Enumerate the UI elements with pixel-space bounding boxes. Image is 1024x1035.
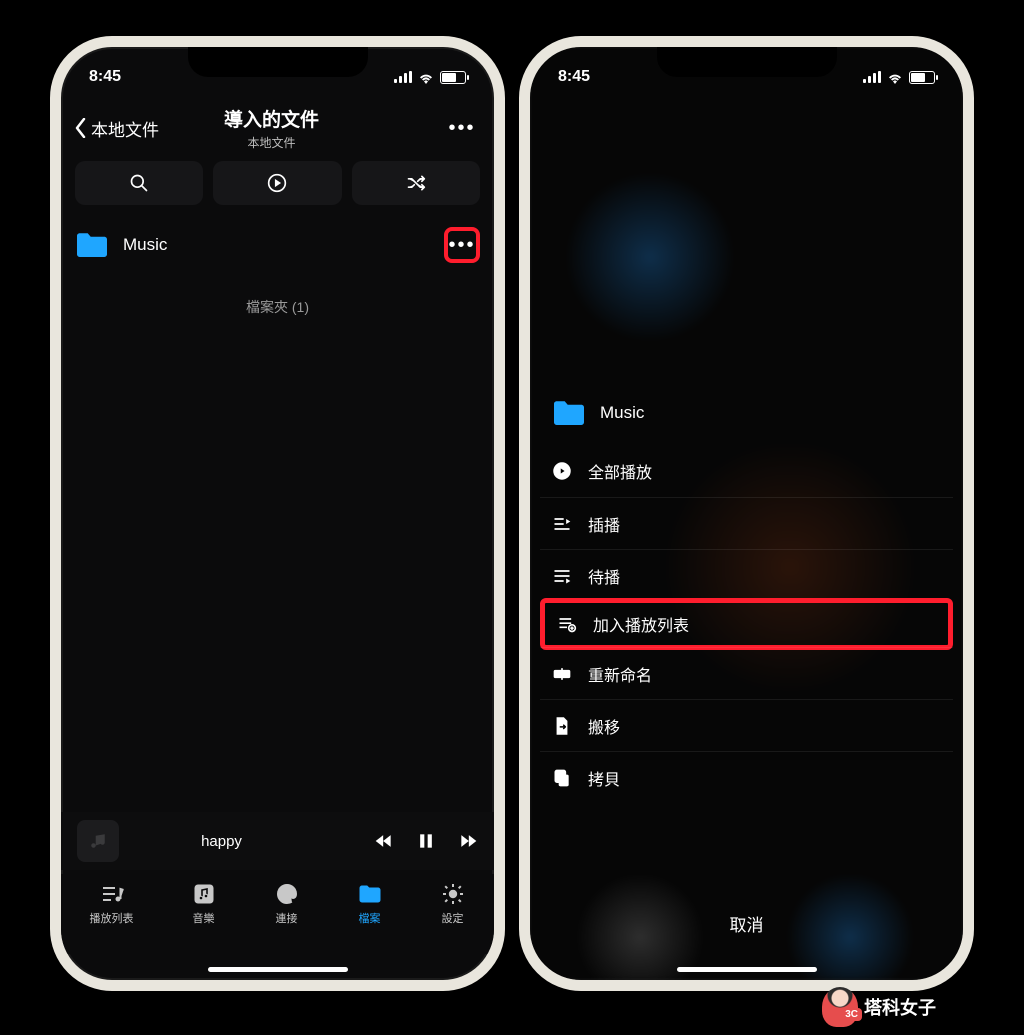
battery-icon: [440, 71, 466, 84]
menu-rename[interactable]: 重新命名: [540, 647, 953, 699]
move-icon: [552, 716, 572, 736]
folder-label: Music: [123, 235, 430, 255]
tab-files[interactable]: 檔案: [357, 882, 383, 926]
tab-label: 設定: [442, 910, 464, 926]
search-icon: [129, 173, 149, 193]
wifi-icon: [887, 71, 903, 83]
tab-label: 播放列表: [90, 910, 134, 926]
prev-icon[interactable]: [374, 831, 394, 851]
play-circle-icon: [552, 461, 572, 481]
add-playlist-icon: [557, 614, 577, 634]
pause-icon[interactable]: [416, 831, 436, 851]
menu-label: 插播: [588, 512, 620, 536]
menu-label: 重新命名: [588, 662, 652, 686]
wifi-icon: [418, 71, 434, 83]
next-icon[interactable]: [458, 831, 478, 851]
tab-playlist[interactable]: 播放列表: [90, 882, 134, 926]
nav-more-button[interactable]: •••: [444, 117, 480, 140]
play-icon: [267, 173, 287, 193]
menu-insert-play[interactable]: 插播: [540, 497, 953, 549]
cancel-button[interactable]: 取消: [530, 897, 963, 950]
queue-icon: [552, 566, 572, 586]
more-icon: •••: [448, 234, 475, 257]
menu-label: 拷貝: [588, 766, 620, 790]
play-button[interactable]: [213, 161, 341, 205]
sheet-folder-label: Music: [600, 403, 644, 423]
action-sheet: Music 全部播放 插播 待播 加入播放列表: [530, 395, 963, 980]
phone-right: 8:45 Music 全部播放: [519, 36, 974, 991]
menu-label: 全部播放: [588, 459, 652, 483]
menu-play-all[interactable]: 全部播放: [540, 445, 953, 497]
signal-icon: [394, 71, 412, 83]
copy-icon: [552, 768, 572, 788]
nav-title: 導入的文件 本地文件: [99, 105, 444, 151]
signal-icon: [863, 71, 881, 83]
tab-settings[interactable]: 設定: [440, 882, 466, 926]
menu-label: 加入播放列表: [593, 612, 689, 636]
section-caption: 檔案夾 (1): [61, 297, 494, 317]
at-icon: [274, 882, 300, 906]
phone-left: 8:45 本地文件 導入的文件 本地文件 •••: [50, 36, 505, 991]
nav-bar: 本地文件 導入的文件 本地文件 •••: [61, 99, 494, 157]
playback-controls: [374, 831, 478, 851]
tab-label: 連接: [276, 910, 298, 926]
search-button[interactable]: [75, 161, 203, 205]
page-subtitle: 本地文件: [99, 134, 444, 151]
now-playing-bar[interactable]: happy: [61, 812, 494, 870]
shuffle-icon: [406, 173, 426, 193]
row-more-button[interactable]: •••: [444, 227, 480, 263]
notch: [188, 47, 368, 77]
watermark-text: 塔科女子: [864, 994, 936, 1020]
menu-label: 搬移: [588, 714, 620, 738]
tab-connect[interactable]: 連接: [274, 882, 300, 926]
sheet-header: Music: [540, 395, 953, 445]
music-icon: [191, 882, 217, 906]
cancel-label: 取消: [730, 916, 764, 935]
status-indicators: [394, 71, 466, 84]
menu-add-to-playlist[interactable]: 加入播放列表: [540, 598, 953, 650]
status-time: 8:45: [558, 68, 590, 86]
menu-copy[interactable]: 拷貝: [540, 751, 953, 803]
folder-row[interactable]: Music •••: [61, 215, 494, 275]
action-segment: [61, 157, 494, 215]
menu-label: 待播: [588, 564, 620, 588]
folder-icon: [552, 399, 586, 427]
shuffle-button[interactable]: [352, 161, 480, 205]
menu-queue[interactable]: 待播: [540, 549, 953, 601]
tab-label: 檔案: [359, 910, 381, 926]
page-title: 導入的文件: [99, 105, 444, 132]
menu-move[interactable]: 搬移: [540, 699, 953, 751]
playlist-icon: [99, 882, 125, 906]
context-menu: 全部播放 插播 待播 加入播放列表 重新命名: [540, 445, 953, 803]
home-indicator[interactable]: [208, 967, 348, 972]
folder-tab-icon: [357, 882, 383, 906]
rename-icon: [552, 664, 572, 684]
status-time: 8:45: [89, 68, 121, 86]
tab-music[interactable]: 音樂: [191, 882, 217, 926]
folder-icon: [75, 231, 109, 259]
chevron-left-icon: [75, 118, 87, 138]
watermark: 3C 塔科女子: [822, 987, 936, 1027]
tab-bar: 播放列表 音樂 連接 檔案 設定: [61, 874, 494, 954]
notch: [657, 47, 837, 77]
tab-label: 音樂: [193, 910, 215, 926]
now-playing-title: happy: [81, 833, 362, 850]
battery-icon: [909, 71, 935, 84]
insert-icon: [552, 514, 572, 534]
watermark-avatar: 3C: [822, 987, 858, 1027]
gear-icon: [440, 882, 466, 906]
home-indicator[interactable]: [677, 967, 817, 972]
status-indicators: [863, 71, 935, 84]
